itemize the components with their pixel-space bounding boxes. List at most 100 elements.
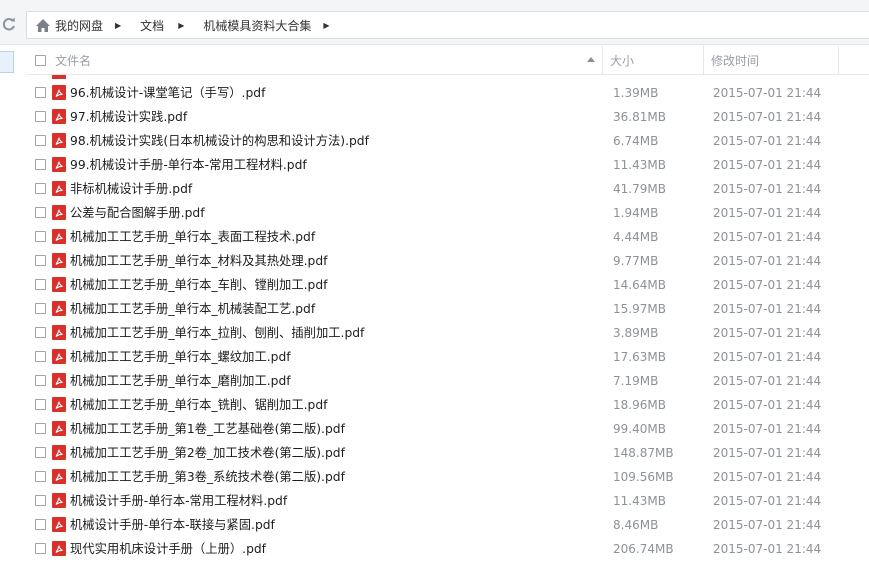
file-size: 36.81MB xyxy=(613,110,666,124)
file-row[interactable]: 机械加工工艺手册_单行本_螺纹加工.pdf 17.63MB 2015-07-01… xyxy=(27,345,869,369)
file-name[interactable]: 机械加工工艺手册_单行本_拉削、刨削、插削加工.pdf xyxy=(70,321,364,345)
file-checkbox[interactable] xyxy=(35,543,46,554)
file-checkbox[interactable] xyxy=(35,183,46,194)
breadcrumb-item-my-drive[interactable]: 我的网盘 xyxy=(55,17,103,34)
file-row[interactable]: 机械加工工艺手册_单行本_车削、镗削加工.pdf 14.64MB 2015-07… xyxy=(27,273,869,297)
file-checkbox[interactable] xyxy=(35,471,46,482)
column-header-name[interactable]: 文件名 xyxy=(27,46,601,74)
file-row[interactable]: 非标机械设计手册.pdf 41.79MB 2015-07-01 21:44 xyxy=(27,177,869,201)
file-checkbox[interactable] xyxy=(35,207,46,218)
file-checkbox[interactable] xyxy=(35,519,46,530)
pdf-file-icon xyxy=(52,229,66,244)
column-header-modified-label: 修改时间 xyxy=(711,53,760,68)
file-name[interactable]: 机械加工工艺手册_单行本_车削、镗削加工.pdf xyxy=(70,273,328,297)
file-name[interactable]: 99.机械设计手册-单行本-常用工程材料.pdf xyxy=(70,153,307,177)
file-name[interactable]: 机械加工工艺手册_单行本_螺纹加工.pdf xyxy=(70,345,291,369)
file-row[interactable]: 机械加工工艺手册_第2卷_加工技术卷(第二版).pdf 148.87MB 201… xyxy=(27,441,869,465)
file-checkbox[interactable] xyxy=(35,351,46,362)
file-size: 1.39MB xyxy=(613,86,659,100)
file-name[interactable]: 机械加工工艺手册_第1卷_工艺基础卷(第二版).pdf xyxy=(70,417,345,441)
file-checkbox[interactable] xyxy=(35,255,46,266)
file-name[interactable]: 98.机械设计实践(日本机械设计的构思和设计方法).pdf xyxy=(70,129,369,153)
file-checkbox[interactable] xyxy=(35,327,46,338)
file-row[interactable]: 98.机械设计实践(日本机械设计的构思和设计方法).pdf 6.74MB 201… xyxy=(27,129,869,153)
file-name[interactable]: 机械加工工艺手册_单行本_机械装配工艺.pdf xyxy=(70,297,315,321)
file-row[interactable]: 公差与配合图解手册.pdf 1.94MB 2015-07-01 21:44 xyxy=(27,201,869,225)
refresh-button[interactable] xyxy=(0,13,18,35)
chevron-right-icon: ▶ xyxy=(115,20,122,30)
file-name[interactable]: 现代实用机床设计手册（上册）.pdf xyxy=(70,537,266,561)
file-row[interactable]: 机械加工工艺手册_单行本_表面工程技术.pdf 4.44MB 2015-07-0… xyxy=(27,225,869,249)
pdf-file-icon xyxy=(52,541,66,556)
file-name[interactable]: 机械加工工艺手册_单行本_铣削、锯削加工.pdf xyxy=(70,393,328,417)
pdf-file-icon xyxy=(52,133,66,148)
file-row[interactable]: 机械加工工艺手册_单行本_拉削、刨削、插削加工.pdf 3.89MB 2015-… xyxy=(27,321,869,345)
breadcrumb-item-current-folder[interactable]: 机械模具资料大合集 xyxy=(203,17,311,34)
file-name[interactable]: 机械加工工艺手册_第2卷_加工技术卷(第二版).pdf xyxy=(70,441,345,465)
file-row[interactable]: 96.机械设计-课堂笔记（手写）.pdf 1.39MB 2015-07-01 2… xyxy=(27,81,869,105)
file-name[interactable]: 公差与配合图解手册.pdf xyxy=(70,201,205,225)
home-icon[interactable] xyxy=(35,17,51,33)
file-row[interactable]: 机械加工工艺手册_单行本_机械装配工艺.pdf 15.97MB 2015-07-… xyxy=(27,297,869,321)
file-checkbox[interactable] xyxy=(35,231,46,242)
file-name[interactable]: 96.机械设计-课堂笔记（手写）.pdf xyxy=(70,81,265,105)
file-name[interactable]: 机械加工工艺手册_单行本_磨削加工.pdf xyxy=(70,369,291,393)
file-row[interactable]: 99.机械设计手册-单行本-常用工程材料.pdf 11.43MB 2015-07… xyxy=(27,153,869,177)
file-modified-time: 2015-07-01 21:44 xyxy=(713,542,822,556)
left-panel xyxy=(0,45,18,572)
file-row[interactable]: 机械加工工艺手册_第3卷_系统技术卷(第二版).pdf 109.56MB 201… xyxy=(27,465,869,489)
file-checkbox[interactable] xyxy=(35,135,46,146)
chevron-right-icon[interactable]: ▶ xyxy=(323,21,329,30)
file-checkbox[interactable] xyxy=(35,303,46,314)
pdf-file-icon xyxy=(52,373,66,388)
file-size: 7.19MB xyxy=(613,374,659,388)
pdf-file-icon xyxy=(52,75,66,79)
file-row[interactable]: 机械加工工艺手册_单行本_铣削、锯削加工.pdf 18.96MB 2015-07… xyxy=(27,393,869,417)
file-row[interactable]: 机械设计手册-单行本-常用工程材料.pdf 11.43MB 2015-07-01… xyxy=(27,489,869,513)
file-size: 11.43MB xyxy=(613,158,666,172)
file-checkbox[interactable] xyxy=(35,111,46,122)
file-checkbox[interactable] xyxy=(35,399,46,410)
select-all-checkbox[interactable] xyxy=(35,54,46,66)
pdf-file-icon xyxy=(52,157,66,172)
file-checkbox[interactable] xyxy=(35,495,46,506)
file-name[interactable]: 97.机械设计实践.pdf xyxy=(70,105,187,129)
left-panel-selected-item[interactable] xyxy=(0,51,14,73)
file-size: 148.87MB xyxy=(613,446,674,460)
file-modified-time: 2015-07-01 21:44 xyxy=(713,446,822,460)
file-size: 41.79MB xyxy=(613,182,666,196)
file-name[interactable]: 非标机械设计手册.pdf xyxy=(70,177,192,201)
file-name[interactable]: 机械设计手册-单行本-联接与紧固.pdf xyxy=(70,513,275,537)
toolbar: 我的网盘 ▶ 文档 ▶ 机械模具资料大合集 ▶ xyxy=(0,0,869,45)
pdf-file-icon xyxy=(52,109,66,124)
file-size: 206.74MB xyxy=(613,542,674,556)
file-checkbox[interactable] xyxy=(35,87,46,98)
file-row[interactable]: 机械加工工艺手册_第1卷_工艺基础卷(第二版).pdf 99.40MB 2015… xyxy=(27,417,869,441)
breadcrumb-item-documents[interactable]: 文档 xyxy=(140,17,164,34)
file-checkbox[interactable] xyxy=(35,447,46,458)
file-row[interactable]: 97.机械设计实践.pdf 36.81MB 2015-07-01 21:44 xyxy=(27,105,869,129)
file-rows: 96.机械设计-课堂笔记（手写）.pdf 1.39MB 2015-07-01 2… xyxy=(27,81,869,561)
file-checkbox[interactable] xyxy=(35,375,46,386)
pdf-file-icon xyxy=(52,397,66,412)
file-modified-time: 2015-07-01 21:44 xyxy=(713,230,822,244)
file-name[interactable]: 机械加工工艺手册_单行本_表面工程技术.pdf xyxy=(70,225,315,249)
file-name[interactable]: 机械加工工艺手册_单行本_材料及其热处理.pdf xyxy=(70,249,328,273)
file-size: 1.94MB xyxy=(613,206,659,220)
column-header-size[interactable]: 大小 xyxy=(602,46,703,74)
file-name[interactable]: 机械设计手册-单行本-常用工程材料.pdf xyxy=(70,489,287,513)
chevron-right-icon: ▶ xyxy=(178,20,185,30)
column-header-modified[interactable]: 修改时间 xyxy=(703,46,839,74)
file-row[interactable]: 现代实用机床设计手册（上册）.pdf 206.74MB 2015-07-01 2… xyxy=(27,537,869,561)
file-modified-time: 2015-07-01 21:44 xyxy=(713,494,822,508)
file-row[interactable]: 机械加工工艺手册_单行本_磨削加工.pdf 7.19MB 2015-07-01 … xyxy=(27,369,869,393)
file-modified-time: 2015-07-01 21:44 xyxy=(713,254,822,268)
file-checkbox[interactable] xyxy=(35,279,46,290)
file-checkbox[interactable] xyxy=(35,159,46,170)
refresh-icon xyxy=(2,17,15,31)
file-modified-time: 2015-07-01 21:44 xyxy=(713,326,822,340)
file-checkbox[interactable] xyxy=(35,423,46,434)
file-row[interactable]: 机械加工工艺手册_单行本_材料及其热处理.pdf 9.77MB 2015-07-… xyxy=(27,249,869,273)
file-row[interactable]: 机械设计手册-单行本-联接与紧固.pdf 8.46MB 2015-07-01 2… xyxy=(27,513,869,537)
file-name[interactable]: 机械加工工艺手册_第3卷_系统技术卷(第二版).pdf xyxy=(70,465,345,489)
